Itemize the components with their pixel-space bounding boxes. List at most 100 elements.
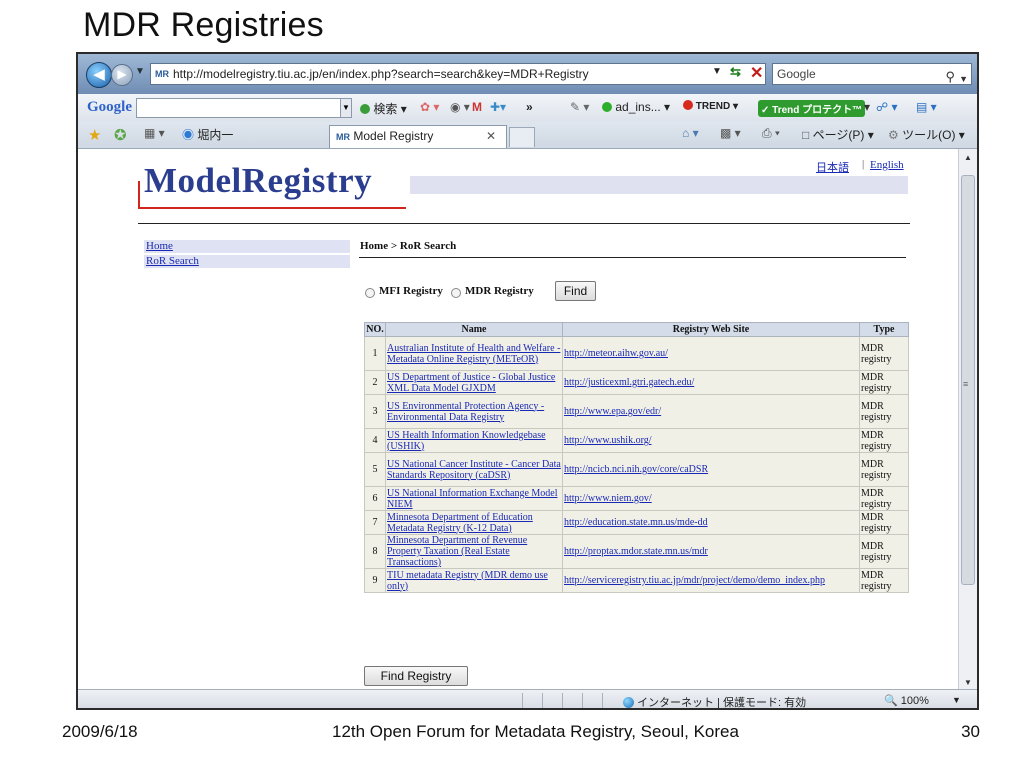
registry-name-link[interactable]: Australian Institute of Health and Welfa…: [387, 343, 560, 365]
row-no: 2: [364, 370, 386, 395]
toolbar-search-button[interactable]: 検索 ▾: [360, 100, 407, 117]
toolbar-search-label: 検索: [373, 102, 398, 116]
status-divider: [562, 693, 563, 708]
registry-site-link[interactable]: http://meteor.aihw.gov.au/: [564, 348, 668, 359]
toolbar-dropdown-icon[interactable]: ▾: [864, 100, 870, 114]
toolbar-puzzle-icon[interactable]: ✚▾: [490, 100, 506, 114]
row-name-cell: Australian Institute of Health and Welfa…: [385, 336, 563, 371]
favorites-star-icon[interactable]: ★: [88, 126, 101, 144]
row-type: MDR registry: [859, 428, 909, 453]
registry-site-link[interactable]: http://education.state.mn.us/mde-dd: [564, 517, 708, 528]
toolbar-window-icon[interactable]: ▤ ▾: [916, 100, 937, 114]
radio-mdr-label: MDR Registry: [465, 285, 534, 297]
security-zone[interactable]: インターネット | 保護モード: 有効: [623, 694, 806, 708]
forward-button[interactable]: ▶: [111, 64, 133, 86]
row-type: MDR registry: [859, 534, 909, 569]
page-menu[interactable]: □ ページ(P) ▾: [802, 126, 874, 143]
registry-name-link[interactable]: Minnesota Department of Revenue Property…: [387, 535, 527, 568]
trend-micro-button[interactable]: TREND ▾: [683, 100, 738, 112]
registry-site-link[interactable]: http://ncicb.nci.nih.gov/core/caDSR: [564, 464, 708, 475]
browser-search-input[interactable]: Google ⚲ ▼: [772, 63, 972, 85]
quick-tabs-icon[interactable]: ▦ ▾: [144, 126, 165, 140]
registry-name-link[interactable]: US Department of Justice - Global Justic…: [387, 372, 555, 394]
registry-name-link[interactable]: US Health Information Knowledgebase (USH…: [387, 430, 546, 452]
toolbar-ad-button[interactable]: ad_ins... ▾: [602, 100, 670, 114]
toolbar-pagerank-icon[interactable]: ◉ ▾: [450, 100, 470, 114]
history-dropdown-icon[interactable]: ▼: [135, 66, 145, 77]
row-name-cell: Minnesota Department of Education Metada…: [385, 510, 563, 535]
google-toolbar-input[interactable]: [136, 98, 346, 118]
sidebar-item-ror-search[interactable]: RoR Search: [144, 255, 350, 268]
radio-mdr-registry[interactable]: [451, 288, 461, 298]
tab-close-icon[interactable]: ✕: [486, 126, 496, 146]
home-icon[interactable]: ⌂ ▾: [682, 126, 699, 140]
new-tab-button[interactable]: [509, 127, 535, 147]
address-dropdown-icon[interactable]: ▼: [712, 66, 722, 77]
header-band: [410, 176, 908, 194]
google-input-dropdown-icon[interactable]: ▼: [340, 98, 352, 118]
registry-name-link[interactable]: US National Cancer Institute - Cancer Da…: [387, 459, 561, 481]
google-toolbar-logo: Google: [87, 99, 132, 115]
toolbar-radio-icon[interactable]: ☍ ▾: [876, 100, 898, 114]
status-divider: [542, 693, 543, 708]
stop-icon[interactable]: ✕: [750, 63, 763, 83]
site-logo: ModelRegistry: [144, 161, 373, 200]
zoom-control[interactable]: 🔍 100%: [884, 694, 929, 707]
radio-mfi-registry[interactable]: [365, 288, 375, 298]
row-no: 8: [364, 534, 386, 569]
sidebar-item-home[interactable]: Home: [144, 240, 350, 253]
toolbar-pen-icon[interactable]: ✎ ▾: [570, 100, 589, 114]
tools-menu[interactable]: ⚙ ツール(O) ▾: [888, 126, 965, 143]
footer-date: 2009/6/18: [62, 722, 138, 741]
status-divider: [522, 693, 523, 708]
feeds-icon[interactable]: ▩ ▾: [720, 126, 741, 140]
refresh-icon[interactable]: ⇆: [730, 64, 741, 80]
back-button[interactable]: ◀: [86, 62, 112, 88]
registry-site-link[interactable]: http://proptax.mdor.state.mn.us/mdr: [564, 546, 708, 557]
row-name-cell: US National Cancer Institute - Cancer Da…: [385, 452, 563, 487]
row-no: 9: [364, 568, 386, 593]
trend-protect-button[interactable]: ✓ Trend プロテクト™: [758, 100, 866, 117]
registry-site-link[interactable]: http://serviceregistry.tiu.ac.jp/mdr/pro…: [564, 575, 825, 586]
scroll-up-icon[interactable]: ▲: [964, 153, 972, 162]
tab-prev[interactable]: ◉ 堀内一: [182, 126, 233, 143]
search-icon[interactable]: ⚲: [945, 67, 955, 87]
registry-site-link[interactable]: http://www.niem.gov/: [564, 493, 652, 504]
lang-japanese-link[interactable]: 日本語: [816, 159, 849, 175]
vertical-scrollbar[interactable]: ▲ ≡ ▼: [958, 149, 977, 689]
row-name-cell: US Department of Justice - Global Justic…: [385, 370, 563, 395]
add-favorites-icon[interactable]: ✪: [114, 126, 127, 144]
arrow-left-icon: ◀: [93, 66, 105, 83]
scroll-down-icon[interactable]: ▼: [964, 678, 972, 687]
tab-bar: ★ ✪ ▦ ▾ ◉ 堀内一 MR Model Registry ✕ ⌂ ▾ ▩ …: [78, 122, 977, 149]
registry-name-link[interactable]: US Environmental Protection Agency - Env…: [387, 401, 544, 423]
toolbar-ad-label: ad_ins...: [615, 100, 661, 114]
check-icon: ✓: [761, 105, 770, 116]
row-site-cell: http://serviceregistry.tiu.ac.jp/mdr/pro…: [562, 568, 860, 593]
find-registry-button[interactable]: Find Registry: [364, 666, 468, 686]
globe-icon: [623, 697, 634, 708]
tab-model-registry[interactable]: MR Model Registry ✕: [329, 125, 507, 148]
zoom-dropdown-icon[interactable]: ▼: [952, 695, 961, 705]
find-button[interactable]: Find: [555, 281, 596, 301]
row-no: 3: [364, 394, 386, 429]
print-icon[interactable]: ⎙ ▾: [762, 126, 780, 141]
address-input[interactable]: MR http://modelregistry.tiu.ac.jp/en/ind…: [150, 63, 766, 85]
lang-separator: |: [862, 158, 865, 170]
registry-name-link[interactable]: TIU metadata Registry (MDR demo use only…: [387, 570, 548, 592]
lang-english-link[interactable]: English: [870, 159, 904, 171]
gmail-icon[interactable]: M: [472, 100, 482, 114]
table-row: 2 US Department of Justice - Global Just…: [364, 370, 909, 395]
search-dropdown-icon[interactable]: ▼: [959, 69, 968, 89]
registry-site-link[interactable]: http://justicexml.gtri.gatech.edu/: [564, 377, 694, 388]
row-site-cell: http://www.niem.gov/: [562, 486, 860, 511]
google-toolbar: Google ▼ 検索 ▾ ✿ ▾ ◉ ▾ M ✚▾ » ✎ ▾ ad_ins.…: [78, 94, 977, 123]
table-header-row: NO. Name Registry Web Site Type: [364, 322, 909, 337]
registry-site-link[interactable]: http://www.epa.gov/edr/: [564, 406, 661, 417]
registry-site-link[interactable]: http://www.ushik.org/: [564, 435, 652, 446]
toolbar-bookmark-icon[interactable]: ✿ ▾: [420, 100, 439, 114]
browser-window: ◀ ▶ ▼ MR http://modelregistry.tiu.ac.jp/…: [76, 52, 979, 710]
registry-name-link[interactable]: Minnesota Department of Education Metada…: [387, 512, 533, 534]
registry-name-link[interactable]: US National Information Exchange Model N…: [387, 488, 558, 510]
toolbar-more-button[interactable]: »: [526, 100, 533, 114]
